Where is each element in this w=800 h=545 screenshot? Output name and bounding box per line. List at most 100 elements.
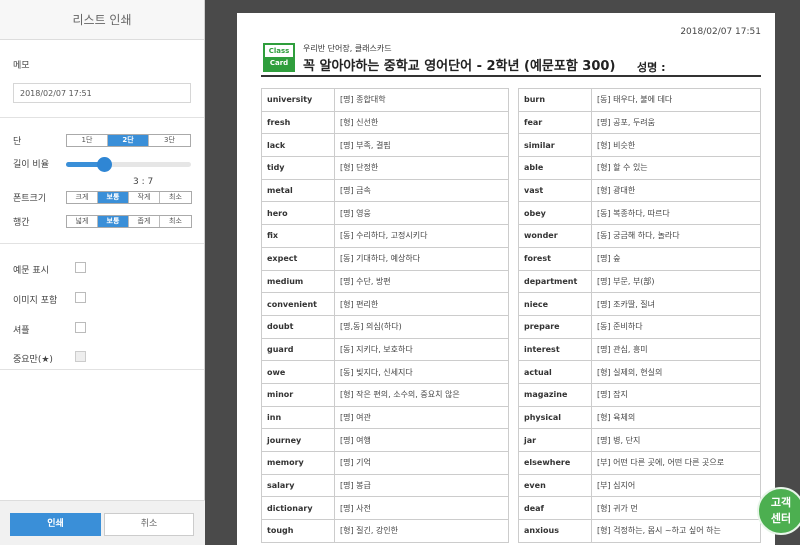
cancel-button[interactable]: 취소 (104, 513, 194, 536)
table-row: anxious [형] 걱정하는, 몹시 ~하고 싶어 하는 (518, 519, 761, 543)
table-row: inn [명] 여관 (261, 405, 509, 430)
title-divider (261, 75, 761, 77)
meaning-cell: [형] 걱정하는, 몹시 ~하고 싶어 하는 (591, 519, 761, 543)
font-size-option[interactable]: 작게 (129, 192, 160, 203)
columns-option[interactable]: 2단 (108, 135, 149, 146)
table-row: tidy [형] 단정한 (261, 156, 509, 180)
option-label: 이미지 포함 (13, 296, 58, 306)
table-row: magazine [명] 잡지 (518, 382, 761, 407)
logo-text-top: Class (268, 47, 290, 55)
font-size-option[interactable]: 최소 (160, 192, 191, 203)
customer-center-line2: 센터 (770, 512, 792, 525)
word-cell: metal (261, 178, 335, 203)
table-row: doubt [명,동] 의심(하다) (261, 314, 509, 339)
option-label: 셔플 (13, 326, 30, 336)
table-row: deaf [형] 귀가 먼 (518, 496, 761, 521)
word-table-left: university [명] 종합대학 fresh [형] 신선한 lack [명] 부족… (261, 88, 509, 543)
columns-option[interactable]: 3단 (149, 135, 190, 146)
table-row: hero [명] 영웅 (261, 201, 509, 226)
word-cell: guard (261, 337, 335, 362)
ratio-slider[interactable] (66, 157, 191, 172)
classcard-logo: Class Card (263, 43, 295, 72)
meaning-cell: [명] 숲 (591, 246, 761, 271)
line-spacing-option[interactable]: 보통 (98, 216, 129, 227)
table-row: obey [동] 복종하다, 따르다 (518, 201, 761, 226)
ratio-slider-handle[interactable] (96, 157, 112, 172)
table-row: guard [동] 지키다, 보호하다 (261, 337, 509, 362)
meaning-cell: [명] 조카딸, 질녀 (591, 292, 761, 316)
table-row: interest [명] 관심, 흥미 (518, 337, 761, 362)
print-preview-page: 2018/02/07 17:51 Class Card 우리반 단어장, 클래스… (237, 13, 775, 545)
word-cell: inn (261, 405, 335, 430)
word-cell: journey (261, 428, 335, 452)
meaning-cell: [명] 사전 (334, 496, 509, 521)
meaning-cell: [형] 비슷한 (591, 133, 761, 158)
option-checkbox (75, 351, 86, 362)
meaning-cell: [형] 광대한 (591, 178, 761, 203)
word-cell: dictionary (261, 496, 335, 521)
line-spacing-option[interactable]: 넓게 (67, 216, 98, 227)
customer-center-button[interactable]: 고객 센터 (757, 487, 800, 535)
print-button[interactable]: 인쇄 (10, 513, 101, 536)
columns-option[interactable]: 1단 (67, 135, 108, 146)
checkbox-options-section: 예문 표시이미지 포함셔플중요만(★) (0, 244, 204, 370)
memo-section: 메모 (0, 40, 204, 118)
memo-label: 메모 (13, 61, 30, 71)
table-row: wonder [동] 궁금해 하다, 놀라다 (518, 224, 761, 248)
table-row: dictionary [명] 사전 (261, 496, 509, 521)
panel-footer: 인쇄 취소 (0, 500, 205, 545)
table-row: vast [형] 광대한 (518, 178, 761, 203)
meaning-cell: [명] 부족, 결핍 (334, 133, 509, 158)
option-row: 예문 표시 (13, 262, 191, 276)
font-size-option[interactable]: 보통 (98, 192, 129, 203)
word-cell: prepare (518, 314, 592, 339)
meaning-cell: [명] 종합대학 (334, 88, 509, 112)
meaning-cell: [명] 공포, 두려움 (591, 110, 761, 135)
option-label: 예문 표시 (13, 266, 49, 276)
word-cell: tidy (261, 156, 335, 180)
table-row: convenient [형] 편리한 (261, 292, 509, 316)
word-cell: anxious (518, 519, 592, 543)
meaning-cell: [명] 관심, 흥미 (591, 337, 761, 362)
font-size-selector: 크게 보통 작게 최소 (66, 191, 192, 204)
table-row: metal [명] 금속 (261, 178, 509, 203)
meaning-cell: [형] 편리한 (334, 292, 509, 316)
word-cell: fix (261, 224, 335, 248)
option-checkbox[interactable] (75, 322, 86, 333)
word-cell: university (261, 88, 335, 112)
logo-text-bottom: Card (265, 57, 293, 70)
table-row: journey [명] 여행 (261, 428, 509, 452)
customer-center-line1: 고객 (770, 496, 792, 509)
option-checkbox[interactable] (75, 292, 86, 303)
meaning-cell: [명] 여행 (334, 428, 509, 452)
word-cell: forest (518, 246, 592, 271)
table-row: university [명] 종합대학 (261, 88, 509, 112)
meaning-cell: [부] 심지어 (591, 473, 761, 498)
meaning-cell: [명] 기억 (334, 451, 509, 475)
columns-selector: 1단 2단 3단 (66, 134, 191, 147)
ratio-value: 3 : 7 (133, 177, 154, 187)
word-cell: actual (518, 360, 592, 384)
option-label: 중요만(★) (13, 355, 53, 365)
word-cell: convenient (261, 292, 335, 316)
memo-input[interactable] (13, 83, 191, 103)
table-row: tough [형] 질긴, 강인한 (261, 519, 509, 543)
word-table-right: burn [동] 태우다, 불에 데다 fear [명] 공포, 두려움 similar… (518, 88, 761, 543)
option-checkbox[interactable] (75, 262, 86, 273)
meaning-cell: [명] 잡지 (591, 382, 761, 407)
ratio-label: 길이 비율 (13, 160, 49, 170)
word-cell: niece (518, 292, 592, 316)
table-row: fresh [형] 신선한 (261, 110, 509, 135)
table-row: elsewhere [부] 어떤 다른 곳에, 어떤 다른 곳으로 (518, 451, 761, 475)
font-size-option[interactable]: 크게 (67, 192, 98, 203)
table-row: physical [형] 육체의 (518, 405, 761, 430)
word-cell: burn (518, 88, 592, 112)
word-cell: medium (261, 269, 335, 294)
panel-title: 리스트 인쇄 (0, 0, 204, 40)
table-row: able [형] 할 수 있는 (518, 156, 761, 180)
word-cell: tough (261, 519, 335, 543)
line-spacing-option[interactable]: 최소 (160, 216, 191, 227)
word-cell: vast (518, 178, 592, 203)
line-spacing-option[interactable]: 좁게 (129, 216, 160, 227)
word-cell: even (518, 473, 592, 498)
